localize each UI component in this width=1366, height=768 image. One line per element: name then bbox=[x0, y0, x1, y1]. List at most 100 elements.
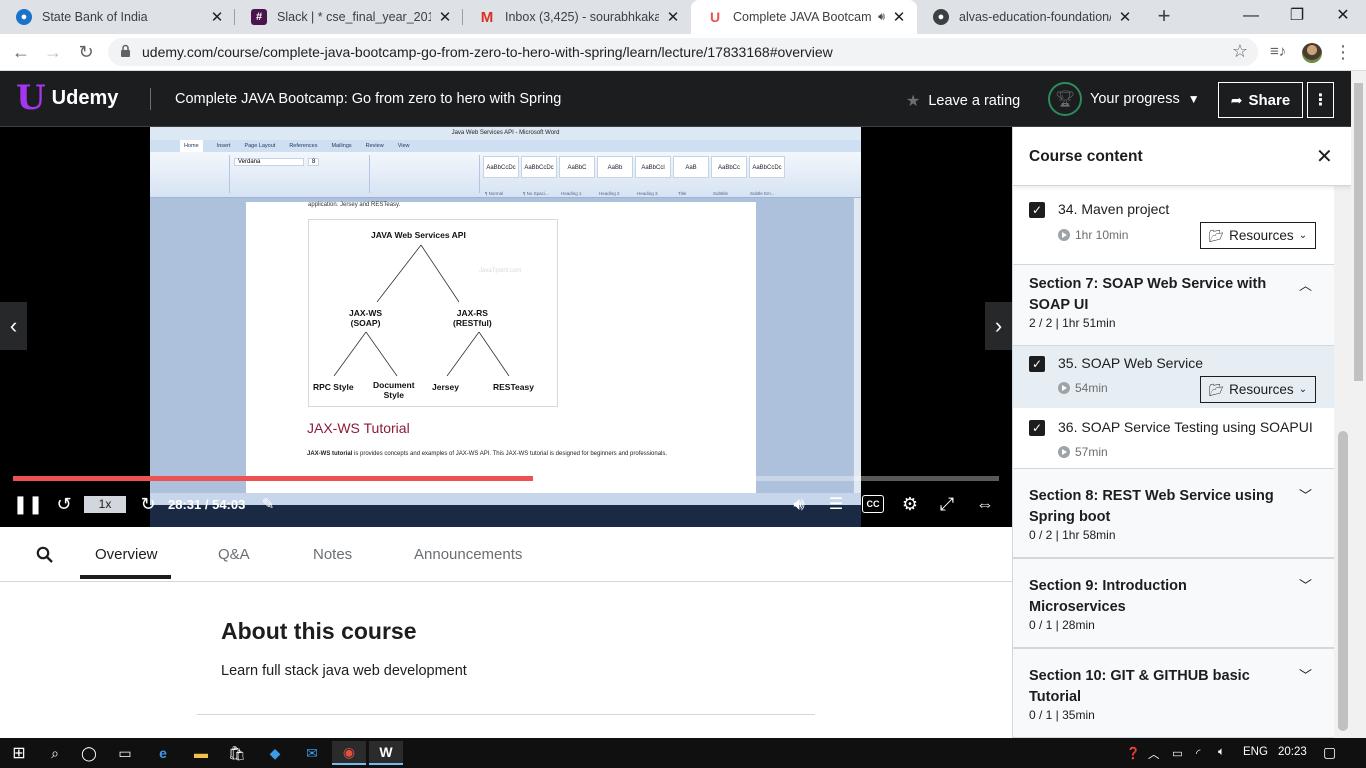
maximize-button[interactable]: ❐ bbox=[1274, 0, 1320, 32]
github-icon: ● bbox=[933, 9, 949, 25]
section-header[interactable]: Section 8: REST Web Service using Spring… bbox=[1013, 468, 1334, 558]
battery-icon[interactable]: ▭ bbox=[1172, 746, 1183, 760]
minimize-button[interactable]: — bbox=[1228, 0, 1274, 32]
volume-icon[interactable]: 🔊︎ bbox=[786, 491, 812, 517]
sidebar-scrollbar[interactable] bbox=[1334, 186, 1351, 738]
tab-qa[interactable]: Q&A bbox=[218, 546, 250, 563]
diagram-root-label: JAVA Web Services API bbox=[371, 230, 466, 240]
section-header[interactable]: Section 9: Introduction Microservices 0 … bbox=[1013, 558, 1334, 648]
help-icon[interactable]: ❓ bbox=[1126, 746, 1140, 760]
progress-label: Your progress bbox=[1090, 91, 1180, 107]
udemy-logo[interactable]: U Udemy bbox=[16, 81, 118, 115]
pause-icon[interactable]: ❚❚ bbox=[13, 491, 43, 517]
expand-view-icon[interactable]: ⇔ bbox=[970, 491, 1000, 517]
more-options-button[interactable]: ⋮ bbox=[1307, 82, 1334, 118]
language-indicator[interactable]: ENG bbox=[1243, 746, 1268, 758]
leave-rating-button[interactable]: ★ Leave a rating bbox=[906, 91, 1020, 111]
settings-gear-icon[interactable]: ⚙ bbox=[897, 491, 923, 517]
chrome-icon[interactable]: ◉ bbox=[332, 741, 366, 765]
section-meta: 0 / 1 | 35min bbox=[1029, 708, 1095, 722]
address-bar[interactable]: udemy.com/course/complete-java-bootcamp-… bbox=[108, 38, 1258, 66]
close-window-button[interactable]: ✕ bbox=[1320, 0, 1366, 32]
url-text: udemy.com/course/complete-java-bootcamp-… bbox=[142, 44, 833, 60]
edge-icon[interactable]: e bbox=[146, 741, 180, 765]
checkbox-checked-icon[interactable]: ✓ bbox=[1029, 356, 1045, 372]
lecture-duration: 57min bbox=[1058, 445, 1108, 459]
volume-muted-icon[interactable]: 🔈︎ bbox=[1218, 746, 1225, 759]
tab-announcements[interactable]: Announcements bbox=[414, 546, 522, 563]
video-frame: Java Web Services API - Microsoft Word H… bbox=[150, 127, 861, 527]
word-style-name: Subtle Em... bbox=[750, 191, 775, 196]
store-icon[interactable]: 🛍︎ bbox=[220, 741, 254, 765]
browser-tab-slack[interactable]: # Slack | * cse_final_year_2019_20 ✕ bbox=[235, 0, 463, 34]
close-tab-icon[interactable]: ✕ bbox=[437, 8, 453, 26]
resources-button[interactable]: 📂︎ Resources ⌄ bbox=[1200, 222, 1316, 249]
mail-icon[interactable]: ✉ bbox=[295, 741, 329, 765]
browser-tab-sbi[interactable]: ● State Bank of India ✕ bbox=[0, 0, 235, 34]
wifi-icon[interactable]: ◜ bbox=[1196, 746, 1200, 760]
file-explorer-icon[interactable]: ▬ bbox=[184, 741, 218, 765]
lecture-item[interactable]: ✓ 36. SOAP Service Testing using SOAPUI … bbox=[1013, 408, 1334, 468]
video-player[interactable]: Java Web Services API - Microsoft Word H… bbox=[0, 127, 1012, 527]
close-tab-icon[interactable]: ✕ bbox=[209, 8, 225, 26]
lecture-item[interactable]: ✓ 34. Maven project 1hr 10min 📂︎ Resourc… bbox=[1013, 186, 1334, 264]
browser-tab-github[interactable]: ● alvas-education-foundation/Sc ✕ bbox=[917, 0, 1143, 34]
tab-overview[interactable]: Overview bbox=[95, 546, 158, 563]
browser-tab-bar: ● State Bank of India ✕ # Slack | * cse_… bbox=[0, 0, 1366, 34]
media-queue-icon[interactable]: ≡♪ bbox=[1270, 43, 1286, 60]
playback-speed-button[interactable]: 1x bbox=[84, 496, 126, 513]
section-header[interactable]: Section 10: GIT & GITHUB basic Tutorial … bbox=[1013, 648, 1334, 738]
notifications-icon[interactable]: ▢ bbox=[1323, 744, 1336, 761]
chevron-down-icon: ⌄ bbox=[1298, 230, 1308, 241]
resources-button[interactable]: 📂︎ Resources ⌄ bbox=[1200, 376, 1316, 403]
course-tabs: Overview Q&A Notes Announcements bbox=[0, 527, 1012, 582]
bookmark-star-icon[interactable]: ☆ bbox=[1232, 41, 1248, 62]
next-lecture-button[interactable]: › bbox=[985, 302, 1012, 350]
diagram-node-label: JAX-WS (SOAP) bbox=[349, 308, 383, 328]
lecture-item-current[interactable]: ✓ 35. SOAP Web Service 54min 📂︎ Resource… bbox=[1013, 346, 1334, 408]
add-note-icon[interactable]: ✎ bbox=[256, 491, 280, 517]
your-progress-button[interactable]: 🏆︎ Your progress ▼ bbox=[1048, 82, 1200, 116]
chevron-down-icon: ⌄ bbox=[1298, 384, 1308, 395]
share-button[interactable]: ➦ Share bbox=[1218, 82, 1303, 118]
course-title[interactable]: Complete JAVA Bootcamp: Go from zero to … bbox=[175, 91, 561, 107]
task-view-icon[interactable]: ▭ bbox=[108, 741, 142, 765]
forward-icon[interactable]: ↻ bbox=[136, 491, 160, 517]
back-arrow-icon[interactable]: ← bbox=[8, 39, 34, 65]
video-progress-bar[interactable] bbox=[13, 476, 999, 481]
search-icon[interactable] bbox=[36, 546, 54, 564]
tray-chevron-up-icon[interactable]: ︿ bbox=[1148, 746, 1160, 762]
word-document-page: application. Jersey and RESTeasy. JAVA W… bbox=[246, 202, 756, 494]
forward-arrow-icon[interactable]: → bbox=[40, 39, 66, 65]
browser-tab-udemy[interactable]: U Complete JAVA Bootcamp 🔊︎ ✕ bbox=[691, 0, 917, 34]
search-icon[interactable]: ⌕ bbox=[38, 741, 72, 765]
profile-avatar[interactable] bbox=[1302, 43, 1322, 63]
transcript-icon[interactable]: ☰ bbox=[824, 491, 848, 517]
speaker-icon[interactable]: 🔊︎ bbox=[878, 11, 885, 24]
close-tab-icon[interactable]: ✕ bbox=[665, 8, 681, 26]
new-tab-button[interactable]: + bbox=[1152, 5, 1176, 29]
clock[interactable]: 20:23 bbox=[1278, 746, 1307, 758]
browser-menu-icon[interactable]: ⋮ bbox=[1334, 40, 1352, 64]
word-icon[interactable]: W bbox=[369, 741, 403, 765]
windows-taskbar: ⊞ ⌕ ◯ ▭ e ▬ 🛍︎ ◆ ✉ ◉ W ❓ ︿ ▭ ◜ 🔈︎ ENG 20… bbox=[0, 738, 1366, 768]
browser-tab-gmail[interactable]: M Inbox (3,425) - sourabhkakade ✕ bbox=[463, 0, 691, 34]
share-icon: ➦ bbox=[1230, 91, 1243, 108]
rewind-icon[interactable]: ↺ bbox=[52, 491, 76, 517]
tab-title: Slack | * cse_final_year_2019_20 bbox=[277, 10, 431, 24]
close-tab-icon[interactable]: ✕ bbox=[891, 8, 907, 26]
close-tab-icon[interactable]: ✕ bbox=[1117, 8, 1133, 26]
dropbox-icon[interactable]: ◆ bbox=[258, 741, 292, 765]
fullscreen-icon[interactable]: ⤢ bbox=[934, 491, 960, 517]
reload-icon[interactable]: ↻ bbox=[73, 39, 99, 65]
tab-notes[interactable]: Notes bbox=[313, 546, 352, 563]
section-header[interactable]: Section 7: SOAP Web Service with SOAP UI… bbox=[1013, 264, 1334, 346]
page-scrollbar[interactable] bbox=[1351, 71, 1366, 738]
checkbox-checked-icon[interactable]: ✓ bbox=[1029, 420, 1045, 436]
close-icon[interactable]: ✕ bbox=[1316, 144, 1333, 169]
cortana-icon[interactable]: ◯ bbox=[72, 741, 106, 765]
checkbox-checked-icon[interactable]: ✓ bbox=[1029, 202, 1045, 218]
captions-icon[interactable]: CC bbox=[862, 495, 884, 513]
previous-lecture-button[interactable]: ‹ bbox=[0, 302, 27, 350]
windows-start-icon[interactable]: ⊞ bbox=[2, 741, 36, 765]
